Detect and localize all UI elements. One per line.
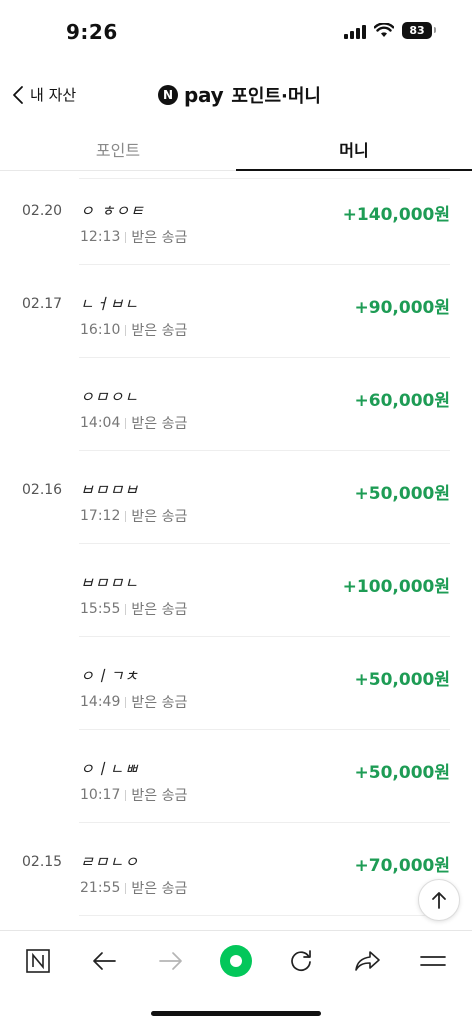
transaction-type: 받은 송금 [131, 788, 188, 804]
wifi-icon [374, 23, 394, 37]
transaction-date: 02.20 [22, 203, 63, 219]
separator [125, 231, 127, 243]
separator [125, 789, 127, 801]
title-pay: pay [184, 83, 224, 107]
header: 내 자산 N pay 포인트·머니 [0, 72, 472, 122]
sender-name: ㅇ ㅎㅇㅌ [80, 202, 145, 220]
back-label: 내 자산 [30, 86, 77, 104]
transaction-row[interactable]: ㅇㅁㅇㄴ 14:04 받은 송금 +60,000원 [0, 358, 472, 451]
separator [125, 417, 127, 429]
status-icons: 83 [344, 22, 436, 39]
transaction-list[interactable]: 02.20 ㅇ ㅎㅇㅌ 12:13 받은 송금 +140,000원 02.17 ㄴ… [0, 172, 472, 930]
transaction-meta: 14:04 받은 송금 [80, 413, 187, 433]
transaction-time: 15:55 [80, 601, 121, 617]
battery-icon: 83 [402, 22, 436, 39]
refresh-button[interactable] [279, 941, 323, 981]
tab-bar: 포인트 머니 [0, 128, 472, 171]
sender-name: ㅇㅣㄴㅃ [80, 760, 140, 778]
transaction-date: 02.17 [22, 296, 63, 312]
transaction-amount: +140,000원 [342, 205, 450, 225]
transaction-row[interactable]: 02.17 ㄴㅓㅂㄴ 16:10 받은 송금 +90,000원 [0, 265, 472, 358]
green-dot-button[interactable] [214, 941, 258, 981]
chevron-left-icon [13, 85, 23, 104]
bottom-toolbar [0, 930, 472, 1024]
transaction-time: 21:55 [80, 880, 121, 896]
status-time: 9:26 [66, 20, 118, 44]
divider [79, 915, 450, 916]
transaction-meta: 14:49 받은 송금 [80, 692, 187, 712]
transaction-type: 받은 송금 [131, 881, 188, 897]
transaction-time: 14:49 [80, 694, 121, 710]
naver-home-button[interactable] [16, 941, 60, 981]
refresh-icon [291, 950, 311, 971]
transaction-row[interactable]: 02.20 ㅇ ㅎㅇㅌ 12:13 받은 송금 +140,000원 [0, 172, 472, 265]
status-bar: 9:26 83 [0, 0, 472, 64]
transaction-time: 10:17 [80, 787, 121, 803]
transaction-time: 14:04 [80, 415, 121, 431]
menu-button[interactable] [411, 941, 455, 981]
transaction-meta: 12:13 받은 송금 [80, 227, 187, 247]
scroll-to-top-button[interactable] [418, 879, 460, 921]
transaction-row[interactable]: 02.16 ㅂㅁㅁㅂ 17:12 받은 송금 +50,000원 [0, 451, 472, 544]
home-indicator [151, 1011, 321, 1016]
separator [125, 324, 127, 336]
transaction-amount: +70,000원 [354, 856, 451, 876]
forward-nav-button[interactable] [149, 941, 193, 981]
transaction-type: 받은 송금 [131, 695, 188, 711]
transaction-row[interactable]: ㅂㅁㅁㄴ 15:55 받은 송금 +100,000원 [0, 544, 472, 637]
back-arrow-icon [93, 952, 116, 970]
transaction-type: 받은 송금 [131, 602, 188, 618]
transaction-type: 받은 송금 [131, 509, 188, 525]
separator [125, 603, 127, 615]
transaction-type: 받은 송금 [131, 230, 188, 246]
separator [125, 510, 127, 522]
share-icon [355, 951, 380, 971]
transaction-row[interactable]: ㅇㅣㄱㅊ 14:49 받은 송금 +50,000원 [0, 637, 472, 730]
separator [125, 882, 127, 894]
sender-name: ㅇㅣㄱㅊ [80, 667, 140, 685]
tab-money[interactable]: 머니 [236, 128, 472, 171]
transaction-amount: +50,000원 [354, 484, 451, 504]
sender-name: ㅂㅁㅁㄴ [80, 574, 140, 592]
transaction-row[interactable]: 02.15 ㄹㅁㄴㅇ 21:55 받은 송금 +70,000원 [0, 823, 472, 916]
sender-name: ㅂㅁㅁㅂ [80, 481, 140, 499]
share-button[interactable] [345, 941, 389, 981]
transaction-meta: 10:17 받은 송금 [80, 785, 187, 805]
green-dot-icon [220, 945, 252, 977]
sender-name: ㅇㅁㅇㄴ [80, 388, 140, 406]
sender-name: ㄴㅓㅂㄴ [80, 295, 140, 313]
menu-icon [420, 956, 446, 966]
naver-home-icon [26, 949, 50, 973]
title-text: 포인트·머니 [231, 86, 321, 107]
page-title: N pay 포인트·머니 [158, 82, 321, 108]
transaction-time: 17:12 [80, 508, 121, 524]
back-button[interactable]: 내 자산 [12, 84, 76, 105]
transaction-meta: 15:55 받은 송금 [80, 599, 187, 619]
tab-points[interactable]: 포인트 [0, 128, 236, 170]
transaction-amount: +50,000원 [354, 670, 451, 690]
transaction-amount: +60,000원 [354, 391, 451, 411]
transaction-type: 받은 송금 [131, 323, 188, 339]
separator [125, 696, 127, 708]
transaction-row[interactable]: ㅇㅣㄴㅃ 10:17 받은 송금 +50,000원 [0, 730, 472, 823]
forward-arrow-icon [159, 952, 182, 970]
cellular-signal-icon [344, 23, 366, 39]
transaction-amount: +50,000원 [354, 763, 451, 783]
sender-name: ㄹㅁㄴㅇ [80, 853, 140, 871]
transaction-amount: +90,000원 [354, 298, 451, 318]
arrow-up-icon [432, 892, 446, 909]
transaction-type: 받은 송금 [131, 416, 188, 432]
transaction-meta: 16:10 받은 송금 [80, 320, 187, 340]
transaction-date: 02.15 [22, 854, 63, 870]
transaction-meta: 17:12 받은 송금 [80, 506, 187, 526]
naver-n-logo-icon: N [158, 85, 178, 105]
transaction-time: 12:13 [80, 229, 121, 245]
transaction-time: 16:10 [80, 322, 121, 338]
back-nav-button[interactable] [82, 941, 126, 981]
transaction-amount: +100,000원 [342, 577, 450, 597]
transaction-meta: 21:55 받은 송금 [80, 878, 187, 898]
transaction-date: 02.16 [22, 482, 63, 498]
